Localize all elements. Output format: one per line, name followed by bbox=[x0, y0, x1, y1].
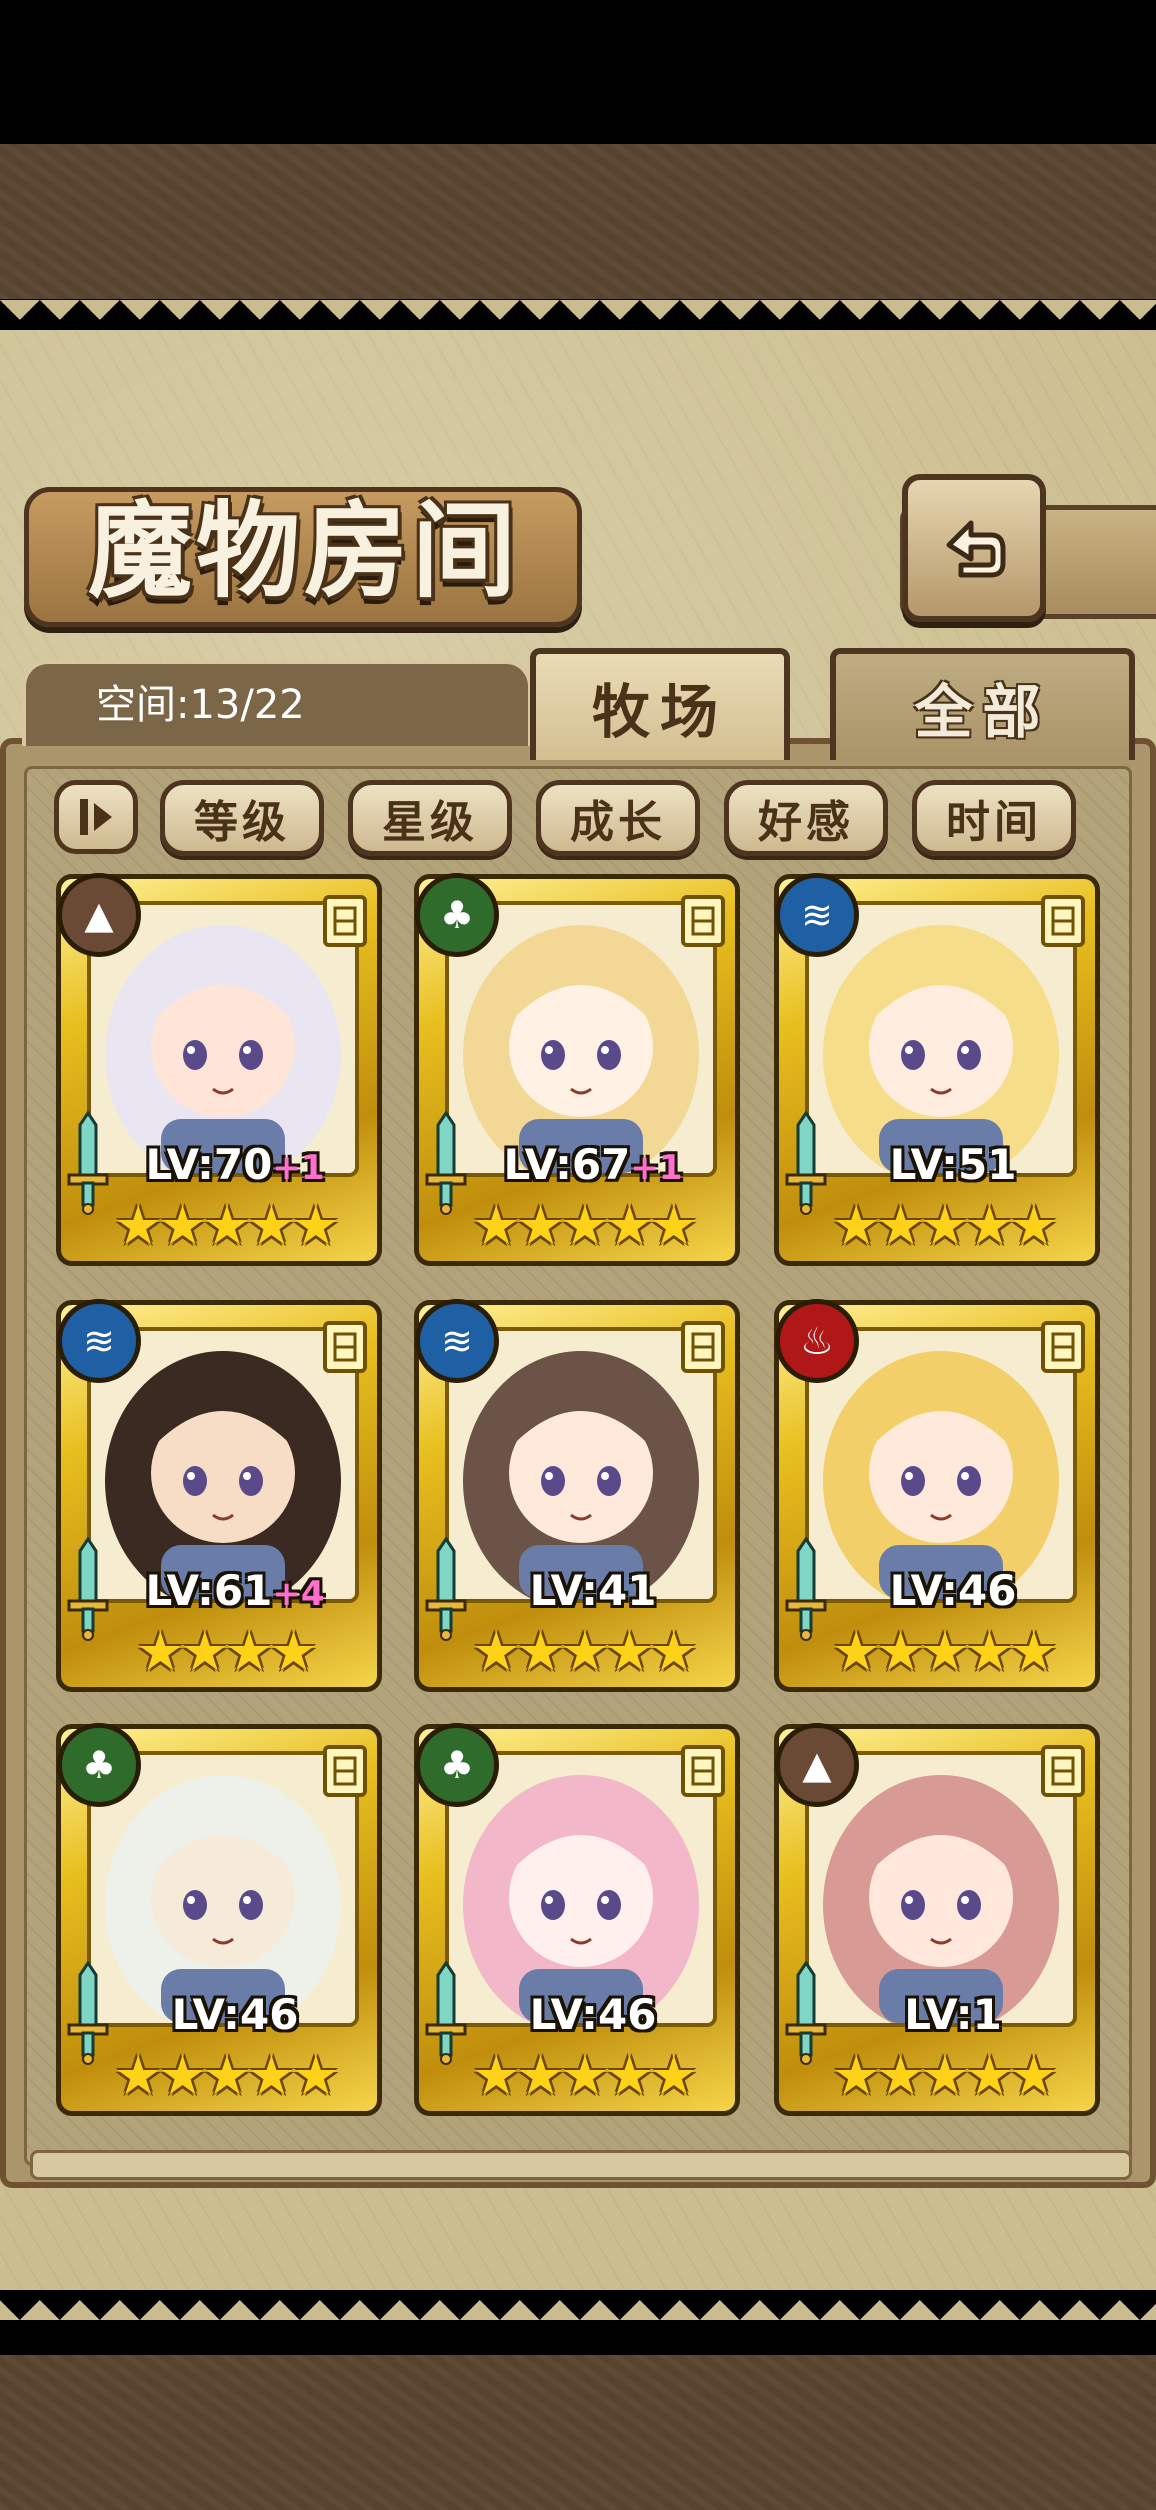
monster-card[interactable]: ▲ LV:1 ★★★★★ bbox=[774, 1723, 1100, 2116]
water-element-icon: ≋ bbox=[57, 1299, 141, 1383]
monster-level: LV:61+4 bbox=[105, 1563, 365, 1619]
monster-level: LV:41 bbox=[463, 1563, 723, 1619]
ranch-chip-icon bbox=[1041, 895, 1085, 947]
monster-level: LV:1 bbox=[823, 1987, 1083, 2043]
panel-bottom-rail bbox=[30, 2150, 1132, 2180]
level-text: LV:46 bbox=[529, 1990, 657, 2039]
monster-level: LV:51 bbox=[823, 1137, 1083, 1193]
monster-level: LV:46 bbox=[463, 1987, 723, 2043]
level-text: LV:51 bbox=[889, 1140, 1017, 1189]
monster-stars: ★★★★★ bbox=[113, 1194, 340, 1257]
sort-affection-button[interactable]: 好感 bbox=[724, 780, 888, 856]
sort-bar: 等级 星级 成长 好感 时间 bbox=[40, 768, 1116, 856]
level-bonus: +1 bbox=[630, 1148, 683, 1188]
monster-card[interactable]: ≋ LV:51 ★★★★★ bbox=[774, 873, 1100, 1266]
level-text: LV:46 bbox=[889, 1566, 1017, 1615]
ranch-chip-icon bbox=[681, 1321, 725, 1373]
ranch-chip-icon bbox=[1041, 1745, 1085, 1797]
space-counter: 空间:13/22 bbox=[96, 682, 305, 728]
ranch-chip-icon bbox=[323, 1745, 367, 1797]
earth-element-icon: ▲ bbox=[57, 873, 141, 957]
sort-growth-button[interactable]: 成长 bbox=[536, 780, 700, 856]
level-text: LV:70 bbox=[145, 1140, 273, 1189]
monster-card[interactable]: ♨ LV:46 ★★★★★ bbox=[774, 1299, 1100, 1692]
page-title: 魔物房间 bbox=[87, 489, 520, 612]
sort-stars-button[interactable]: 星级 bbox=[348, 780, 512, 856]
monster-level: LV:67+1 bbox=[463, 1137, 723, 1193]
back-button[interactable] bbox=[902, 474, 1046, 622]
grass-element-icon: ♣ bbox=[415, 1723, 499, 1807]
level-text: LV:46 bbox=[171, 1990, 299, 2039]
monster-stars: ★★★★★ bbox=[471, 1194, 698, 1257]
monster-card[interactable]: ≋ LV:61+4 ★★★★ bbox=[56, 1299, 382, 1692]
monster-stars: ★★★★ bbox=[136, 1620, 318, 1683]
level-text: LV:61 bbox=[145, 1566, 273, 1615]
monster-card[interactable]: ▲ LV:70+1 ★★★★★ bbox=[56, 873, 382, 1266]
water-element-icon: ≋ bbox=[415, 1299, 499, 1383]
monster-card[interactable]: ♣ LV:46 ★★★★★ bbox=[414, 1723, 740, 2116]
water-element-icon: ≋ bbox=[775, 873, 859, 957]
monster-stars: ★★★★★ bbox=[471, 1620, 698, 1683]
grass-element-icon: ♣ bbox=[57, 1723, 141, 1807]
ranch-chip-icon bbox=[681, 1745, 725, 1797]
monster-stars: ★★★★★ bbox=[831, 1194, 1058, 1257]
status-bar bbox=[0, 0, 1156, 144]
monster-stars: ★★★★★ bbox=[113, 2044, 340, 2107]
tab-all[interactable]: 全部 bbox=[830, 648, 1135, 760]
monster-card[interactable]: ♣ LV:46 ★★★★★ bbox=[56, 1723, 382, 2116]
sort-order-icon bbox=[80, 799, 112, 835]
map-background-bottom bbox=[0, 2355, 1156, 2510]
earth-element-icon: ▲ bbox=[775, 1723, 859, 1807]
level-text: LV:67 bbox=[503, 1140, 631, 1189]
sort-level-button[interactable]: 等级 bbox=[160, 780, 324, 856]
monster-card[interactable]: ♣ LV:67+1 ★★★★★ bbox=[414, 873, 740, 1266]
return-arrow-icon bbox=[946, 520, 1006, 578]
tab-ranch[interactable]: 牧场 bbox=[530, 648, 790, 760]
monster-level: LV:46 bbox=[105, 1987, 365, 2043]
level-text: LV:41 bbox=[529, 1566, 657, 1615]
sort-order-toggle[interactable] bbox=[54, 780, 138, 854]
level-bonus: +1 bbox=[272, 1148, 325, 1188]
level-text: LV:1 bbox=[904, 1990, 1002, 2039]
sort-time-button[interactable]: 时间 bbox=[912, 780, 1076, 856]
parchment-edge-bottom bbox=[0, 2280, 1156, 2320]
monster-stars: ★★★★★ bbox=[831, 2044, 1058, 2107]
ranch-chip-icon bbox=[323, 895, 367, 947]
parchment-edge-top bbox=[0, 300, 1156, 340]
fire-element-icon: ♨ bbox=[775, 1299, 859, 1383]
map-background-top bbox=[0, 144, 1156, 299]
monster-level: LV:70+1 bbox=[105, 1137, 365, 1193]
ranch-chip-icon bbox=[323, 1321, 367, 1373]
monster-stars: ★★★★★ bbox=[471, 2044, 698, 2107]
grass-element-icon: ♣ bbox=[415, 873, 499, 957]
level-bonus: +4 bbox=[272, 1574, 325, 1614]
ranch-chip-icon bbox=[681, 895, 725, 947]
ranch-chip-icon bbox=[1041, 1321, 1085, 1373]
monster-level: LV:46 bbox=[823, 1563, 1083, 1619]
monster-card[interactable]: ≋ LV:41 ★★★★★ bbox=[414, 1299, 740, 1692]
monster-stars: ★★★★★ bbox=[831, 1620, 1058, 1683]
